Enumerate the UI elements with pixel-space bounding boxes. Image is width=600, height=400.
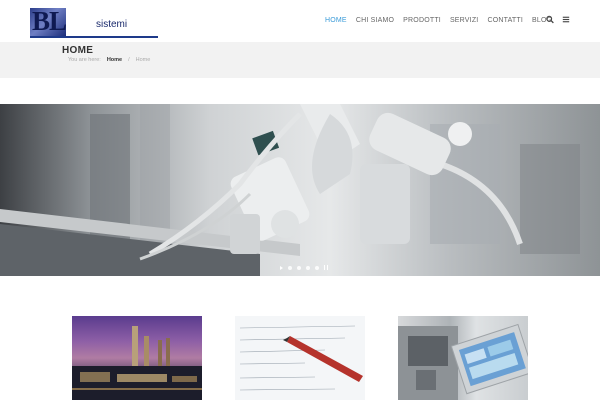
calculations-image (235, 316, 365, 400)
breadcrumb: You are here: Home / Home (68, 57, 150, 63)
breadcrumb-home-link[interactable]: Home (107, 57, 122, 63)
slider-dot[interactable] (288, 265, 292, 270)
prev-slide-icon[interactable] (280, 265, 283, 270)
slider-dot[interactable] (315, 265, 319, 270)
slider-dot[interactable] (297, 265, 301, 270)
nav-item-servizi[interactable]: SERVIZI (450, 17, 479, 24)
breadcrumb-separator: / (128, 57, 130, 63)
header-actions (546, 15, 570, 24)
nav-item-prodotti[interactable]: PRODOTTI (403, 17, 441, 24)
main-nav: HOME CHI SIAMO PRODOTTI SERVIZI CONTATTI… (325, 17, 552, 24)
robot-arm-image (0, 104, 580, 276)
slider-controls (280, 265, 328, 270)
logo-subtitle: sistemi (96, 19, 128, 30)
nav-item-chi-siamo[interactable]: CHI SIAMO (356, 17, 394, 24)
site-header: BL sistemi HOME CHI SIAMO PRODOTTI SERVI… (0, 0, 600, 42)
breadcrumb-prefix: You are here: (68, 57, 101, 63)
breadcrumb-current: Home (135, 57, 151, 63)
nav-item-contatti[interactable]: CONTATTI (487, 17, 523, 24)
menu-icon[interactable] (562, 15, 570, 24)
page-title: HOME (62, 45, 94, 56)
site-logo[interactable]: BL sistemi (30, 6, 158, 38)
search-icon[interactable] (546, 15, 554, 24)
machine-panel-image (398, 323, 528, 400)
slider-dot[interactable] (306, 265, 310, 270)
hero-slider[interactable] (0, 104, 600, 276)
card-industrial-machine[interactable] (398, 316, 528, 400)
logo-letters: BL (32, 6, 67, 36)
card-industrial-plant[interactable] (72, 316, 202, 400)
industrial-plant-image (72, 326, 202, 400)
nav-item-home[interactable]: HOME (325, 17, 347, 24)
card-technical-calculations[interactable] (235, 316, 365, 400)
pause-icon[interactable] (324, 265, 328, 270)
logo-underline (30, 36, 158, 38)
